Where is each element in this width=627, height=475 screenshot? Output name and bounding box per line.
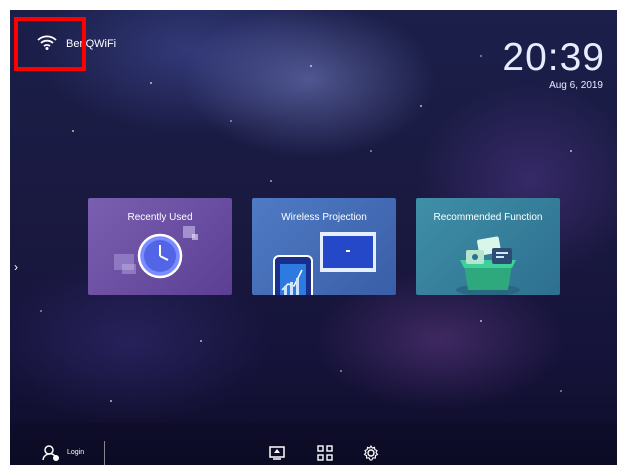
bottom-bar bbox=[10, 423, 617, 465]
clock-icon bbox=[114, 226, 198, 279]
gift-box-icon bbox=[456, 236, 520, 295]
launcher-screen: BenQWiFi 20:39 Aug 6, 2019 › Recently Us… bbox=[10, 10, 617, 465]
bottom-divider bbox=[104, 441, 105, 465]
highlight-box bbox=[14, 17, 86, 71]
clock-time: 20:39 bbox=[502, 36, 605, 79]
settings-gear-icon[interactable] bbox=[363, 445, 379, 461]
card-wireless-projection[interactable]: Wireless Projection bbox=[252, 198, 396, 295]
phone-to-screen-icon bbox=[273, 232, 376, 295]
login-label[interactable]: Login bbox=[67, 449, 84, 456]
clock-date: Aug 6, 2019 bbox=[549, 80, 603, 91]
card-recently-used[interactable]: Recently Used bbox=[88, 198, 232, 295]
side-nav-arrow[interactable]: › bbox=[14, 260, 18, 274]
user-login-icon[interactable] bbox=[42, 444, 60, 462]
apps-grid-icon[interactable] bbox=[317, 445, 333, 461]
screen-mirror-icon[interactable] bbox=[269, 445, 285, 461]
card-recommended-function[interactable]: Recommended Function bbox=[416, 198, 560, 295]
